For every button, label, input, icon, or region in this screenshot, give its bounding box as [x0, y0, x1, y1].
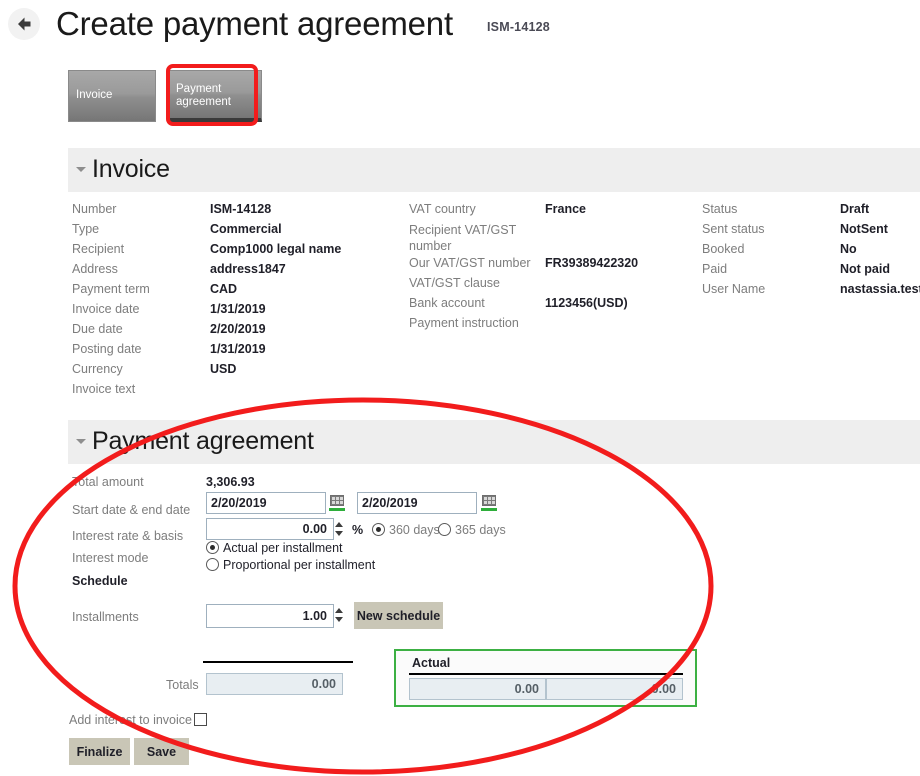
actual-divider [409, 673, 683, 675]
interest-rate-input[interactable]: 0.00 [206, 518, 334, 540]
installments-input[interactable]: 1.00 [206, 604, 334, 628]
field-value-number: ISM-14128 [210, 202, 272, 216]
actual-group: Actual 0.00 0.00 [394, 649, 697, 707]
field-label-sent-status: Sent status [702, 222, 765, 236]
field-value-vat-country: France [545, 202, 586, 216]
totals-value-field: 0.00 [206, 673, 343, 695]
basis-365-radio[interactable] [438, 523, 451, 536]
field-value-status: Draft [840, 202, 870, 216]
add-interest-label: Add interest to invoice [69, 713, 192, 727]
field-label-status: Status [702, 202, 738, 216]
save-button[interactable]: Save [134, 738, 189, 765]
field-value-sent-status: NotSent [840, 222, 888, 236]
field-value-invoice-date: 1/31/2019 [210, 302, 266, 316]
invoice-section-header[interactable]: Invoice [68, 148, 920, 192]
interest-mode-label: Interest mode [72, 551, 149, 565]
new-schedule-button[interactable]: New schedule [354, 602, 443, 629]
field-value-paid: Not paid [840, 262, 890, 276]
field-label-due-date: Due date [72, 322, 123, 336]
field-value-type: Commercial [210, 222, 282, 236]
totals-label: Totals [166, 678, 199, 692]
total-amount-label: Total amount [72, 475, 144, 489]
stepper-up-icon[interactable] [335, 522, 343, 527]
end-date-input[interactable]: 2/20/2019 [357, 492, 477, 514]
page-header: Create payment agreement ISM-14128 [0, 0, 920, 56]
field-label-invoice-text: Invoice text [72, 382, 136, 396]
field-value-posting-date: 1/31/2019 [210, 342, 266, 356]
basis-360-radio[interactable] [372, 523, 385, 536]
calendar-icon[interactable] [329, 494, 345, 511]
field-label-vat-clause: VAT/GST clause [409, 276, 501, 290]
field-label-paid: Paid [702, 262, 728, 276]
field-label-payment-term: Payment term [72, 282, 150, 296]
field-label-number: Number [72, 202, 117, 216]
field-label-address: Address [72, 262, 118, 276]
field-value-due-date: 2/20/2019 [210, 322, 266, 336]
field-label-currency: Currency [72, 362, 123, 376]
field-label-type: Type [72, 222, 100, 236]
field-label-recipient-vat-number: Recipient VAT/GST number [409, 223, 516, 253]
field-label-recipient: Recipient [72, 242, 125, 256]
interest-rate-stepper[interactable] [334, 519, 345, 539]
actual-value-1-field: 0.00 [409, 678, 546, 700]
installments-label: Installments [72, 610, 139, 624]
invoice-section-title: Invoice [92, 155, 170, 183]
page-title: Create payment agreement [56, 5, 453, 42]
field-value-our-vat-number: FR39389422320 [545, 256, 639, 270]
tab-payment-agreement[interactable]: Payment agreement [168, 70, 262, 122]
field-value-address: address1847 [210, 262, 286, 276]
field-label-invoice-date: Invoice date [72, 302, 140, 316]
start-date-input[interactable]: 2/20/2019 [206, 492, 326, 514]
interest-mode-actual-radio[interactable] [206, 541, 219, 554]
stepper-up-icon[interactable] [335, 608, 343, 613]
field-label-vat-country: VAT country [409, 202, 476, 216]
tab-payment-agreement-label-line2: agreement [176, 96, 231, 108]
field-value-user-name: nastassia.test [840, 282, 920, 296]
tab-invoice[interactable]: Invoice [68, 70, 156, 122]
interest-mode-proportional-label[interactable]: Proportional per installment [223, 558, 375, 572]
interest-mode-actual-label[interactable]: Actual per installment [223, 541, 343, 555]
basis-360-label[interactable]: 360 days [389, 523, 440, 537]
add-interest-checkbox[interactable] [194, 713, 207, 726]
field-value-booked: No [840, 242, 857, 256]
totals-divider [203, 661, 353, 663]
finalize-button[interactable]: Finalize [69, 738, 130, 765]
interest-rate-basis-label: Interest rate & basis [72, 529, 184, 543]
payment-agreement-section-title: Payment agreement [92, 427, 314, 455]
tab-payment-agreement-label-line1: Payment [176, 83, 222, 95]
schedule-label: Schedule [72, 574, 128, 588]
field-value-payment-term: CAD [210, 282, 238, 296]
chevron-down-icon[interactable] [76, 439, 86, 444]
back-button[interactable] [8, 8, 40, 40]
installments-stepper[interactable] [334, 605, 345, 625]
back-arrow-icon [13, 13, 35, 35]
field-label-our-vat-number: Our VAT/GST number [409, 256, 531, 270]
stepper-down-icon[interactable] [335, 617, 343, 622]
chevron-down-icon[interactable] [76, 167, 86, 172]
field-label-posting-date: Posting date [72, 342, 142, 356]
field-label-bank-account: Bank account [409, 296, 485, 310]
field-value-recipient: Comp1000 legal name [210, 242, 342, 256]
calendar-icon[interactable] [481, 494, 497, 511]
start-end-date-label: Start date & end date [72, 503, 191, 517]
percent-symbol: % [352, 523, 364, 537]
field-label-user-name: User Name [702, 282, 766, 296]
field-label-payment-instruction: Payment instruction [409, 316, 519, 330]
actual-group-label: Actual [412, 656, 451, 670]
total-amount-value: 3,306.93 [206, 475, 255, 489]
page-subtitle-reference: ISM-14128 [487, 20, 550, 34]
actual-value-2-field: 0.00 [546, 678, 683, 700]
payment-agreement-section-header[interactable]: Payment agreement [68, 420, 920, 464]
field-value-currency: USD [210, 362, 237, 376]
tab-invoice-label: Invoice [76, 89, 113, 101]
field-value-bank-account: 1123456(USD) [545, 296, 628, 310]
basis-365-label[interactable]: 365 days [455, 523, 506, 537]
interest-mode-proportional-radio[interactable] [206, 558, 219, 571]
stepper-down-icon[interactable] [335, 531, 343, 536]
field-label-booked: Booked [702, 242, 745, 256]
